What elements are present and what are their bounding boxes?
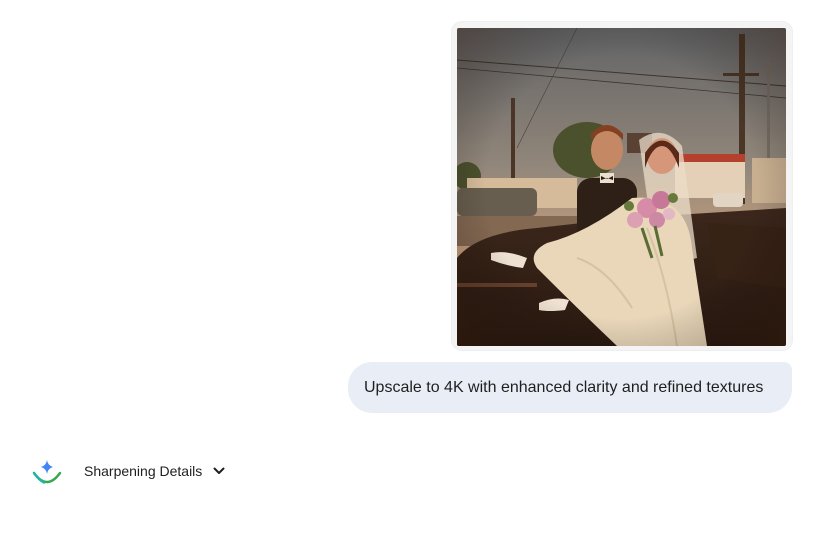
user-message-text: Upscale to 4K with enhanced clarity and … (364, 378, 764, 396)
sparkle-icon (32, 460, 62, 484)
thinking-details-toggle[interactable]: Sharpening Details (84, 463, 226, 479)
chat-page: Upscale to 4K with enhanced clarity and … (0, 0, 826, 550)
thinking-label: Sharpening Details (84, 463, 203, 479)
uploaded-photo[interactable] (457, 28, 786, 346)
assistant-response-row: Sharpening Details (30, 454, 226, 488)
chevron-down-icon (213, 467, 225, 474)
user-message-bubble: Upscale to 4K with enhanced clarity and … (348, 362, 792, 413)
uploaded-image-card[interactable] (452, 22, 792, 350)
wedding-photo-image (457, 28, 786, 346)
